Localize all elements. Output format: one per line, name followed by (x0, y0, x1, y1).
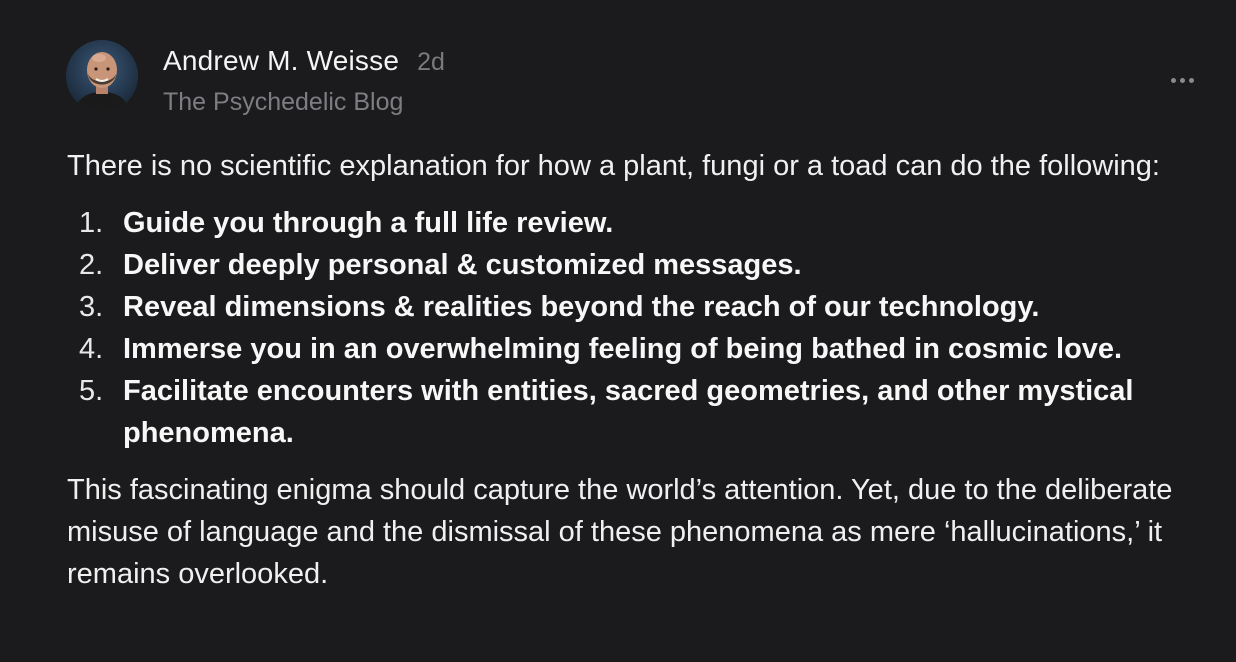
dot (1170, 77, 1176, 83)
list-number: 1. (79, 207, 104, 239)
avatar-photo (66, 40, 138, 112)
list-item: 2. Deliver deeply personal & customized … (67, 244, 1217, 286)
list-item: 3. Reveal dimensions & realities beyond … (67, 286, 1217, 328)
more-horizontal-icon (1170, 77, 1194, 83)
author-line: Andrew M. Weisse 2d (163, 44, 445, 79)
list-number: 5. (79, 375, 104, 407)
timestamp[interactable]: 2d (417, 48, 445, 76)
list-item-text: Immerse you in an overwhelming feeling o… (123, 333, 1123, 365)
note-card: Andrew M. Weisse 2d The Psychedelic Blog … (0, 0, 1236, 662)
list-item: 1. Guide you through a full life review. (67, 202, 1217, 244)
post-body: There is no scientific explanation for h… (67, 145, 1217, 595)
list-item-text: Guide you through a full life review. (123, 207, 614, 239)
numbered-list: 1. Guide you through a full life review.… (67, 202, 1217, 454)
list-item: 4. Immerse you in an overwhelming feelin… (67, 328, 1217, 370)
more-options-button[interactable] (1166, 66, 1198, 94)
publication-name[interactable]: The Psychedelic Blog (163, 86, 403, 118)
list-item: 5. Facilitate encounters with entities, … (67, 370, 1217, 454)
author-name[interactable]: Andrew M. Weisse (163, 45, 399, 76)
dot (1179, 77, 1185, 83)
dot (1188, 77, 1194, 83)
list-number: 2. (79, 249, 104, 281)
outro-paragraph: This fascinating enigma should capture t… (67, 474, 1173, 590)
list-number: 3. (79, 291, 104, 323)
list-item-text: Deliver deeply personal & customized mes… (123, 249, 802, 281)
avatar[interactable] (66, 40, 138, 112)
list-item-text: Facilitate encounters with entities, sac… (123, 375, 1134, 449)
list-item-text: Reveal dimensions & realities beyond the… (123, 291, 1040, 323)
list-number: 4. (79, 333, 104, 365)
intro-paragraph: There is no scientific explanation for h… (67, 150, 1160, 182)
